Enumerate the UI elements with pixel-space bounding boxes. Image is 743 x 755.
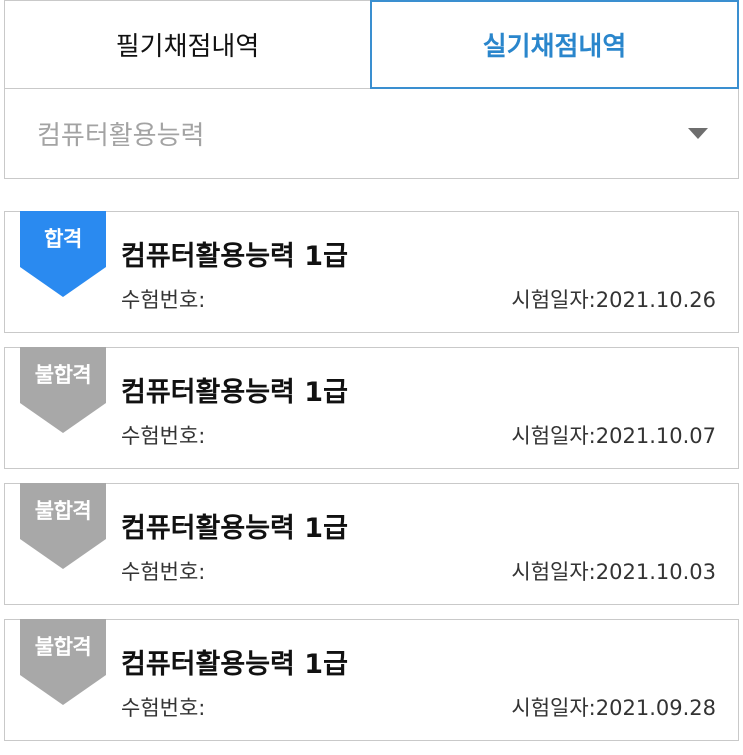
tab-bar: 필기채점내역 실기채점내역 — [4, 0, 739, 89]
exam-number-label: 수험번호: — [121, 696, 206, 720]
exam-title: 컴퓨터활용능력 1급 — [121, 241, 348, 272]
result-list: 합격 컴퓨터활용능력 1급 수험번호: 시험일자:2021.10.26 불합격 … — [4, 211, 739, 755]
exam-number-label: 수험번호: — [121, 288, 206, 312]
exam-date: 시험일자:2021.10.26 — [511, 288, 716, 312]
fail-badge: 불합격 — [20, 483, 106, 569]
exam-date: 시험일자:2021.10.03 — [511, 560, 716, 584]
exam-title: 컴퓨터활용능력 1급 — [121, 513, 348, 544]
tab-written-label: 필기채점내역 — [115, 32, 260, 62]
result-card[interactable]: 불합격 컴퓨터활용능력 1급 수험번호: 시험일자:2021.10.07 — [4, 347, 739, 469]
exam-type-select[interactable]: 컴퓨터활용능력 — [4, 89, 739, 179]
caret-down-icon — [688, 128, 708, 139]
exam-number-label: 수험번호: — [121, 560, 206, 584]
result-card[interactable]: 불합격 컴퓨터활용능력 1급 수험번호: 시험일자:2021.10.03 — [4, 483, 739, 605]
exam-number-label: 수험번호: — [121, 424, 206, 448]
result-card[interactable]: 합격 컴퓨터활용능력 1급 수험번호: 시험일자:2021.10.26 — [4, 211, 739, 333]
fail-badge: 불합격 — [20, 619, 106, 705]
status-badge-label: 불합격 — [34, 635, 92, 659]
exam-title: 컴퓨터활용능력 1급 — [121, 377, 348, 408]
pass-badge: 합격 — [20, 211, 106, 297]
status-badge-label: 불합격 — [34, 363, 92, 387]
status-badge-label: 불합격 — [34, 499, 92, 523]
status-badge-label: 합격 — [44, 227, 82, 251]
exam-title: 컴퓨터활용능력 1급 — [121, 649, 348, 680]
result-card[interactable]: 불합격 컴퓨터활용능력 1급 수험번호: 시험일자:2021.09.28 — [4, 619, 739, 741]
fail-badge: 불합격 — [20, 347, 106, 433]
tab-written-results[interactable]: 필기채점내역 — [4, 0, 370, 89]
tab-practical-label: 실기채점내역 — [482, 32, 627, 62]
exam-date: 시험일자:2021.09.28 — [511, 696, 716, 720]
tab-practical-results[interactable]: 실기채점내역 — [370, 0, 739, 89]
exam-date: 시험일자:2021.10.07 — [511, 424, 716, 448]
exam-type-selected: 컴퓨터활용능력 — [37, 121, 205, 151]
